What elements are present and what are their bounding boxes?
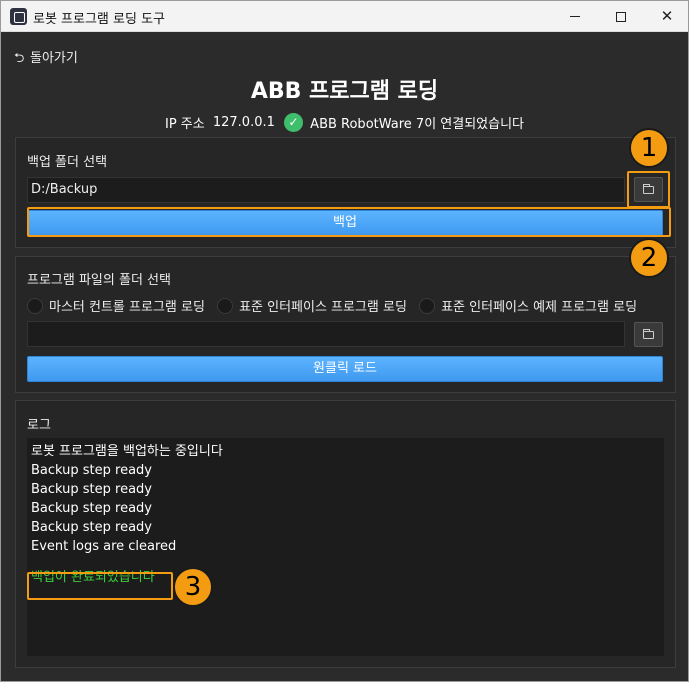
program-group: 프로그램 파일의 폴더 선택 마스터 컨트롤 프로그램 로딩 표준 인터페이스 … bbox=[15, 256, 676, 393]
undo-arrow-icon: ⮌ bbox=[14, 51, 25, 66]
check-circle-icon: ✓ bbox=[284, 113, 304, 132]
program-group-label: 프로그램 파일의 폴더 선택 bbox=[27, 273, 171, 288]
minimize-icon bbox=[570, 16, 580, 17]
ip-label: IP 주소 bbox=[164, 117, 205, 132]
radio-indicator bbox=[217, 297, 234, 314]
back-button[interactable]: ⮌ 돌아가기 bbox=[14, 47, 78, 71]
log-line: Event logs are cleared bbox=[31, 539, 177, 554]
annotation-badge-1: 1 bbox=[629, 128, 669, 168]
maximize-button[interactable] bbox=[598, 1, 644, 31]
radio-indicator bbox=[419, 297, 436, 314]
program-folder-input[interactable] bbox=[27, 321, 625, 347]
window-title: 로봇 프로그램 로딩 도구 bbox=[33, 12, 165, 27]
annotation-highlight-browse bbox=[627, 171, 670, 208]
minimize-button[interactable] bbox=[552, 1, 598, 31]
maximize-icon bbox=[616, 11, 626, 22]
log-line: Backup step ready bbox=[31, 501, 153, 516]
log-group: 로그 로봇 프로그램을 백업하는 중입니다 Backup step ready … bbox=[15, 400, 676, 668]
annotation-highlight-backup bbox=[27, 207, 671, 237]
log-line: Backup step ready bbox=[31, 463, 153, 478]
app-icon bbox=[10, 8, 27, 25]
folder-icon bbox=[643, 329, 654, 339]
back-label: 돌아가기 bbox=[30, 51, 78, 66]
connection-status: IP 주소 127.0.0.1 ✓ ABB RobotWare 7이 연결되었습… bbox=[1, 113, 688, 132]
backup-folder-input[interactable]: D:/Backup bbox=[27, 177, 625, 203]
radio-master-control[interactable]: 마스터 컨트롤 프로그램 로딩 bbox=[27, 296, 205, 315]
annotation-highlight-success bbox=[27, 572, 173, 600]
program-browse-button[interactable] bbox=[634, 322, 663, 347]
annotation-badge-2: 2 bbox=[629, 238, 669, 278]
one-click-load-button[interactable]: 원클릭 로드 bbox=[27, 356, 663, 382]
radio-label: 마스터 컨트롤 프로그램 로딩 bbox=[49, 300, 205, 315]
close-icon: ✕ bbox=[660, 7, 674, 25]
radio-standard-interface-example[interactable]: 표준 인터페이스 예제 프로그램 로딩 bbox=[419, 296, 637, 315]
connection-status-text: ABB RobotWare 7이 연결되었습니다 bbox=[310, 117, 525, 132]
radio-label: 표준 인터페이스 프로그램 로딩 bbox=[239, 300, 407, 315]
backup-group-label: 백업 폴더 선택 bbox=[27, 155, 108, 170]
close-button[interactable]: ✕ bbox=[644, 1, 689, 31]
app-window: 로봇 프로그램 로딩 도구 ✕ ⮌ 돌아가기 ABB 프로그램 로딩 IP 주소 … bbox=[0, 0, 689, 682]
page-title: ABB 프로그램 로딩 bbox=[250, 79, 439, 104]
annotation-badge-3: 3 bbox=[173, 567, 213, 607]
log-line: 로봇 프로그램을 백업하는 중입니다 bbox=[31, 444, 223, 459]
radio-label: 표준 인터페이스 예제 프로그램 로딩 bbox=[441, 300, 638, 315]
log-line: Backup step ready bbox=[31, 520, 153, 535]
radio-standard-interface[interactable]: 표준 인터페이스 프로그램 로딩 bbox=[217, 296, 407, 315]
program-type-radio-group: 마스터 컨트롤 프로그램 로딩 표준 인터페이스 프로그램 로딩 표준 인터페이… bbox=[27, 296, 675, 316]
log-group-label: 로그 bbox=[27, 418, 51, 433]
ip-value: 127.0.0.1 bbox=[212, 115, 275, 130]
radio-indicator bbox=[27, 297, 43, 314]
log-output[interactable]: 로봇 프로그램을 백업하는 중입니다 Backup step ready Bac… bbox=[27, 438, 664, 656]
log-line: Backup step ready bbox=[31, 482, 153, 497]
title-bar: 로봇 프로그램 로딩 도구 ✕ bbox=[1, 1, 688, 32]
